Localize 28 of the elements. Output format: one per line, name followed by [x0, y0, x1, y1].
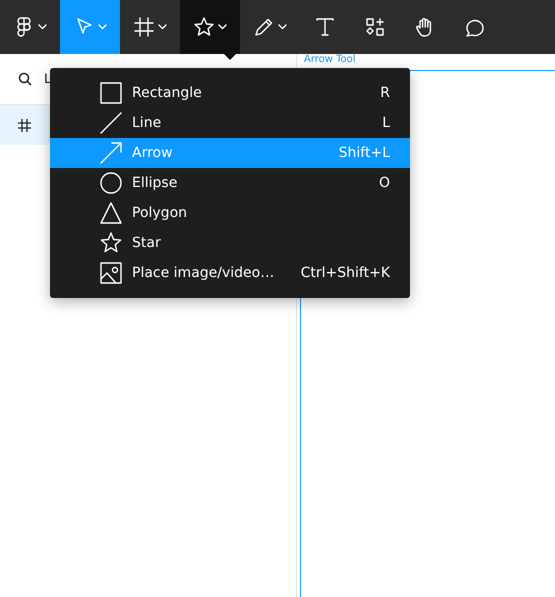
search-icon: [18, 72, 32, 86]
frame-icon: [18, 118, 31, 132]
chevron-down-icon: [158, 24, 167, 30]
menu-item[interactable]: Star: [50, 228, 410, 258]
toolbar-button[interactable]: [180, 0, 240, 54]
frame-icon: [133, 16, 155, 38]
chevron-down-icon: [278, 24, 287, 30]
ellipse-icon: [100, 172, 122, 194]
chevron-down-icon: [38, 24, 47, 30]
rectangle-icon: [100, 82, 122, 104]
menu-item[interactable]: Polygon: [50, 198, 410, 228]
arrow-icon: [100, 142, 122, 164]
star-icon: [100, 232, 122, 254]
image-icon: [100, 262, 122, 284]
star-icon: [193, 16, 215, 38]
menu-item[interactable]: Ellipse O: [50, 168, 410, 198]
frame-label: Arrow Tool: [304, 54, 356, 66]
line-icon: [100, 112, 122, 134]
chevron-down-icon: [218, 24, 227, 30]
menu-pointer: [224, 54, 236, 60]
chevron-down-icon: [98, 24, 107, 30]
menu-item[interactable]: Line L: [50, 108, 410, 138]
pencil-icon: [253, 16, 275, 38]
menu-item[interactable]: Rectangle R: [50, 78, 410, 108]
menu-item[interactable]: Place image/video… Ctrl+Shift+K: [50, 258, 410, 288]
text-icon: [314, 16, 336, 38]
triangle-icon: [100, 202, 122, 224]
components-icon: [364, 16, 386, 38]
